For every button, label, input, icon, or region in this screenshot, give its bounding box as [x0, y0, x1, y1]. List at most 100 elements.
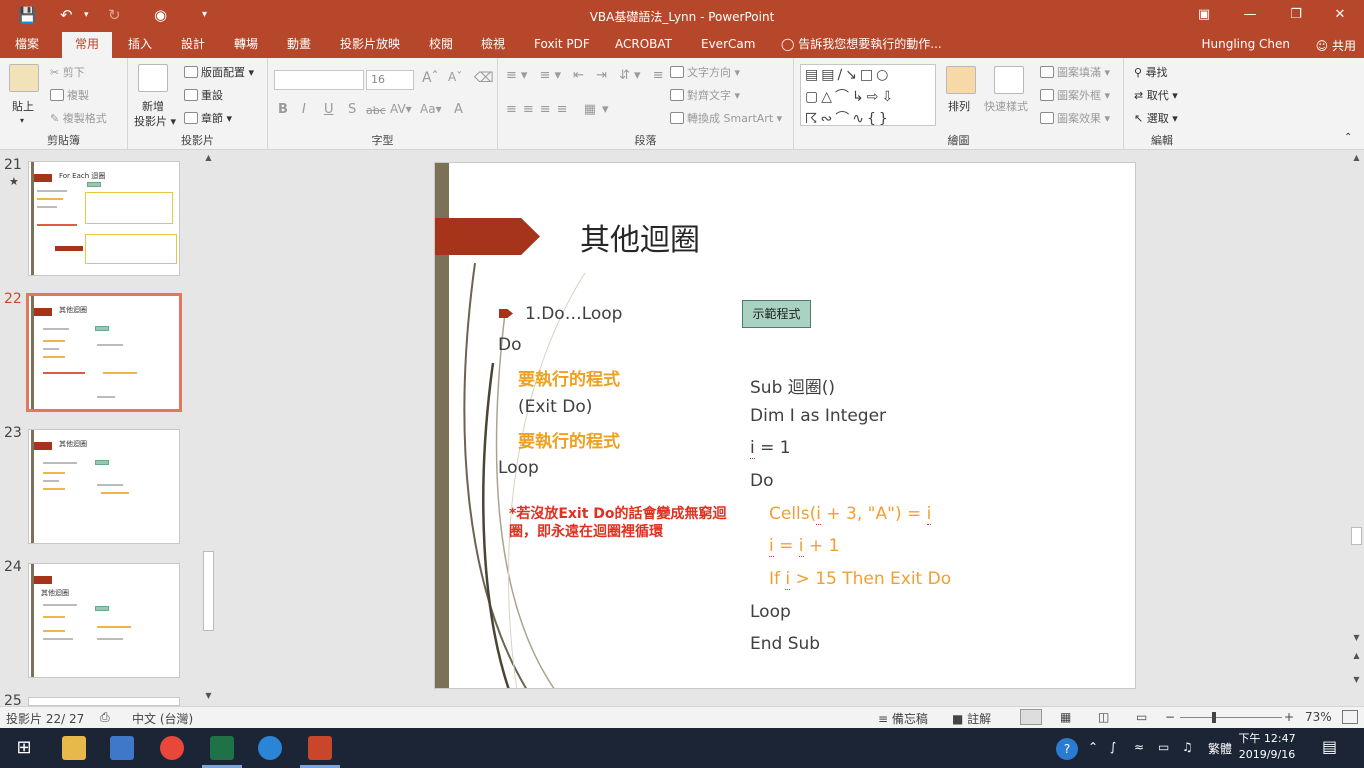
clock[interactable]: 下午 12:47 2019/9/16 [1236, 731, 1298, 763]
store-icon[interactable] [110, 736, 134, 760]
powerpoint-icon[interactable] [308, 736, 332, 760]
tab-animations[interactable]: 動畫 [278, 32, 320, 58]
shape-effects-button[interactable]: 圖案效果 ▾ [1040, 110, 1110, 126]
file-explorer-icon[interactable] [62, 736, 86, 760]
slide-canvas[interactable]: 其他迴圈 1.Do…Loop Do 要執行的程式 (Exit Do) 要執行的程… [434, 162, 1136, 689]
excel-icon[interactable] [210, 736, 234, 760]
paste-icon[interactable] [9, 64, 39, 92]
fit-to-window-icon[interactable] [1342, 710, 1358, 724]
scroll-down-icon[interactable]: ▼ [1348, 633, 1364, 642]
app-tray-icon[interactable]: ∫ [1110, 740, 1116, 754]
tab-insert[interactable]: 插入 [119, 32, 161, 58]
reading-view-icon[interactable]: ◫ [1098, 710, 1109, 724]
scroll-up-icon[interactable]: ▲ [200, 153, 217, 162]
align-icons[interactable]: ≡≡≡≡ ▦▾ [506, 102, 615, 117]
language-status[interactable]: 中文 (台灣) [132, 710, 193, 727]
zoom-level[interactable]: 73% [1305, 710, 1332, 724]
slideshow-view-icon[interactable]: ▭ [1136, 710, 1147, 724]
tab-design[interactable]: 設計 [172, 32, 214, 58]
clear-format-icon[interactable]: ⌫ [474, 70, 494, 86]
paste-button[interactable]: 貼上 [12, 98, 34, 114]
replace-button[interactable]: ⇄ 取代 ▾ [1134, 87, 1178, 103]
tab-acrobat[interactable]: ACROBAT [606, 32, 681, 58]
font-color-icon[interactable]: A [454, 102, 463, 117]
scroll-up-icon[interactable]: ▲ [1348, 153, 1364, 162]
shadow-icon[interactable]: S [348, 102, 356, 117]
zoom-slider-knob[interactable] [1212, 712, 1216, 723]
volume-icon[interactable]: ♫ [1182, 740, 1193, 754]
paste-dropdown-icon[interactable]: ▾ [20, 116, 24, 125]
scroll-thumb[interactable] [1351, 527, 1362, 545]
internet-explorer-icon[interactable] [258, 736, 282, 760]
close-button[interactable]: ✕ [1320, 4, 1360, 26]
font-name-combo[interactable] [274, 70, 364, 90]
new-slide-dropdown[interactable]: 投影片 ▾ [134, 113, 176, 129]
arrange-icon[interactable] [946, 66, 976, 94]
chrome-icon[interactable] [160, 736, 184, 760]
tab-slideshow[interactable]: 投影片放映 [331, 32, 409, 58]
slide-thumbnail-25[interactable] [28, 697, 180, 706]
select-button[interactable]: ↖ 選取 ▾ [1134, 110, 1178, 126]
comments-button[interactable]: ■ 註解 [952, 710, 991, 727]
new-slide-icon[interactable] [138, 64, 168, 92]
tab-foxit-pdf[interactable]: Foxit PDF [525, 32, 599, 58]
tab-view[interactable]: 檢視 [472, 32, 514, 58]
copy-button[interactable]: 複製 [50, 87, 89, 103]
arrange-button[interactable]: 排列 [948, 98, 970, 114]
thumbnail-scrollbar[interactable]: ▲ ▼ [200, 151, 217, 706]
italic-icon[interactable]: I [302, 102, 306, 117]
font-size-combo[interactable]: 16 [366, 70, 414, 90]
reset-button[interactable]: 重設 [184, 87, 223, 103]
text-direction-button[interactable]: 文字方向 ▾ [670, 64, 740, 80]
tab-transitions[interactable]: 轉場 [225, 32, 267, 58]
shapes-gallery[interactable]: ▤▤∕↘□○ ▢△⌒↳⇨⇩ ☈∾⌒∿{} [800, 64, 936, 127]
quick-styles-button[interactable]: 快速樣式 [984, 98, 1028, 114]
demo-program-button[interactable]: 示範程式 [742, 300, 811, 328]
battery-icon[interactable]: ▭ [1158, 740, 1169, 754]
cut-button[interactable]: ✂ 剪下 [50, 64, 85, 80]
spelling-icon[interactable]: ⎙ [100, 710, 110, 725]
shape-outline-button[interactable]: 圖案外框 ▾ [1040, 87, 1110, 103]
wifi-icon[interactable]: ≈ [1134, 740, 1144, 754]
ribbon-display-options-icon[interactable]: ▣ [1184, 4, 1224, 26]
zoom-slider[interactable] [1180, 717, 1282, 718]
tell-me-search[interactable]: ◯ 告訴我您想要執行的動作... [772, 32, 951, 58]
format-painter-button[interactable]: ✎ 複製格式 [50, 110, 107, 126]
grow-font-icon[interactable]: Aˆ [422, 70, 439, 86]
notes-button[interactable]: ≡ 備忘稿 [878, 710, 928, 727]
change-case-icon[interactable]: Aa▾ [420, 102, 442, 116]
slide-scrollbar[interactable]: ▲ ▼ ▲ ▼ [1348, 151, 1364, 706]
scroll-thumb[interactable] [203, 551, 214, 631]
bold-icon[interactable]: B [278, 102, 288, 117]
windows-start-icon[interactable]: ⊞ [12, 736, 36, 760]
slide-thumbnail-24[interactable]: 其他迴圈 [28, 563, 180, 678]
scroll-down-icon[interactable]: ▼ [200, 691, 217, 700]
smartart-button[interactable]: 轉換成 SmartArt ▾ [670, 110, 782, 126]
maximize-button[interactable]: ❐ [1276, 4, 1316, 26]
new-slide-button[interactable]: 新增 [142, 98, 164, 114]
zoom-in-icon[interactable]: + [1284, 710, 1294, 724]
shrink-font-icon[interactable]: Aˇ [448, 70, 462, 84]
previous-slide-icon[interactable]: ▲ [1348, 651, 1364, 660]
next-slide-icon[interactable]: ▼ [1348, 675, 1364, 684]
list-icons[interactable]: ≡▾ ≡▾ ⇤ ⇥ ⇵▾ ≡ [506, 68, 668, 83]
slide-thumbnail-23[interactable]: 其他迴圈 [28, 429, 180, 544]
tab-evercam[interactable]: EverCam [692, 32, 764, 58]
tray-chevron-icon[interactable]: ⌃ [1088, 740, 1098, 754]
slide-thumbnail-21[interactable]: For Each 迴圈 [28, 161, 180, 276]
collapse-ribbon-icon[interactable]: ⌃ [1344, 132, 1352, 143]
underline-icon[interactable]: U [324, 102, 334, 117]
zoom-out-icon[interactable]: − [1165, 710, 1175, 724]
ime-indicator[interactable]: 繁體 [1208, 740, 1232, 757]
slide-thumbnail-22[interactable]: 其他迴圈 [26, 293, 182, 412]
quick-styles-icon[interactable] [994, 66, 1024, 94]
user-name[interactable]: Hungling Chen [1201, 37, 1290, 51]
share-button[interactable]: ☺ 共用 [1316, 37, 1356, 54]
help-icon[interactable]: ? [1056, 738, 1078, 760]
notification-icon[interactable]: ▤ [1322, 737, 1337, 756]
minimize-button[interactable]: — [1230, 4, 1270, 26]
shape-fill-button[interactable]: 圖案填滿 ▾ [1040, 64, 1110, 80]
find-button[interactable]: ⚲ 尋找 [1134, 64, 1168, 80]
slide-sorter-icon[interactable]: ▦ [1060, 710, 1071, 724]
strikethrough-icon[interactable]: abc [366, 104, 386, 117]
